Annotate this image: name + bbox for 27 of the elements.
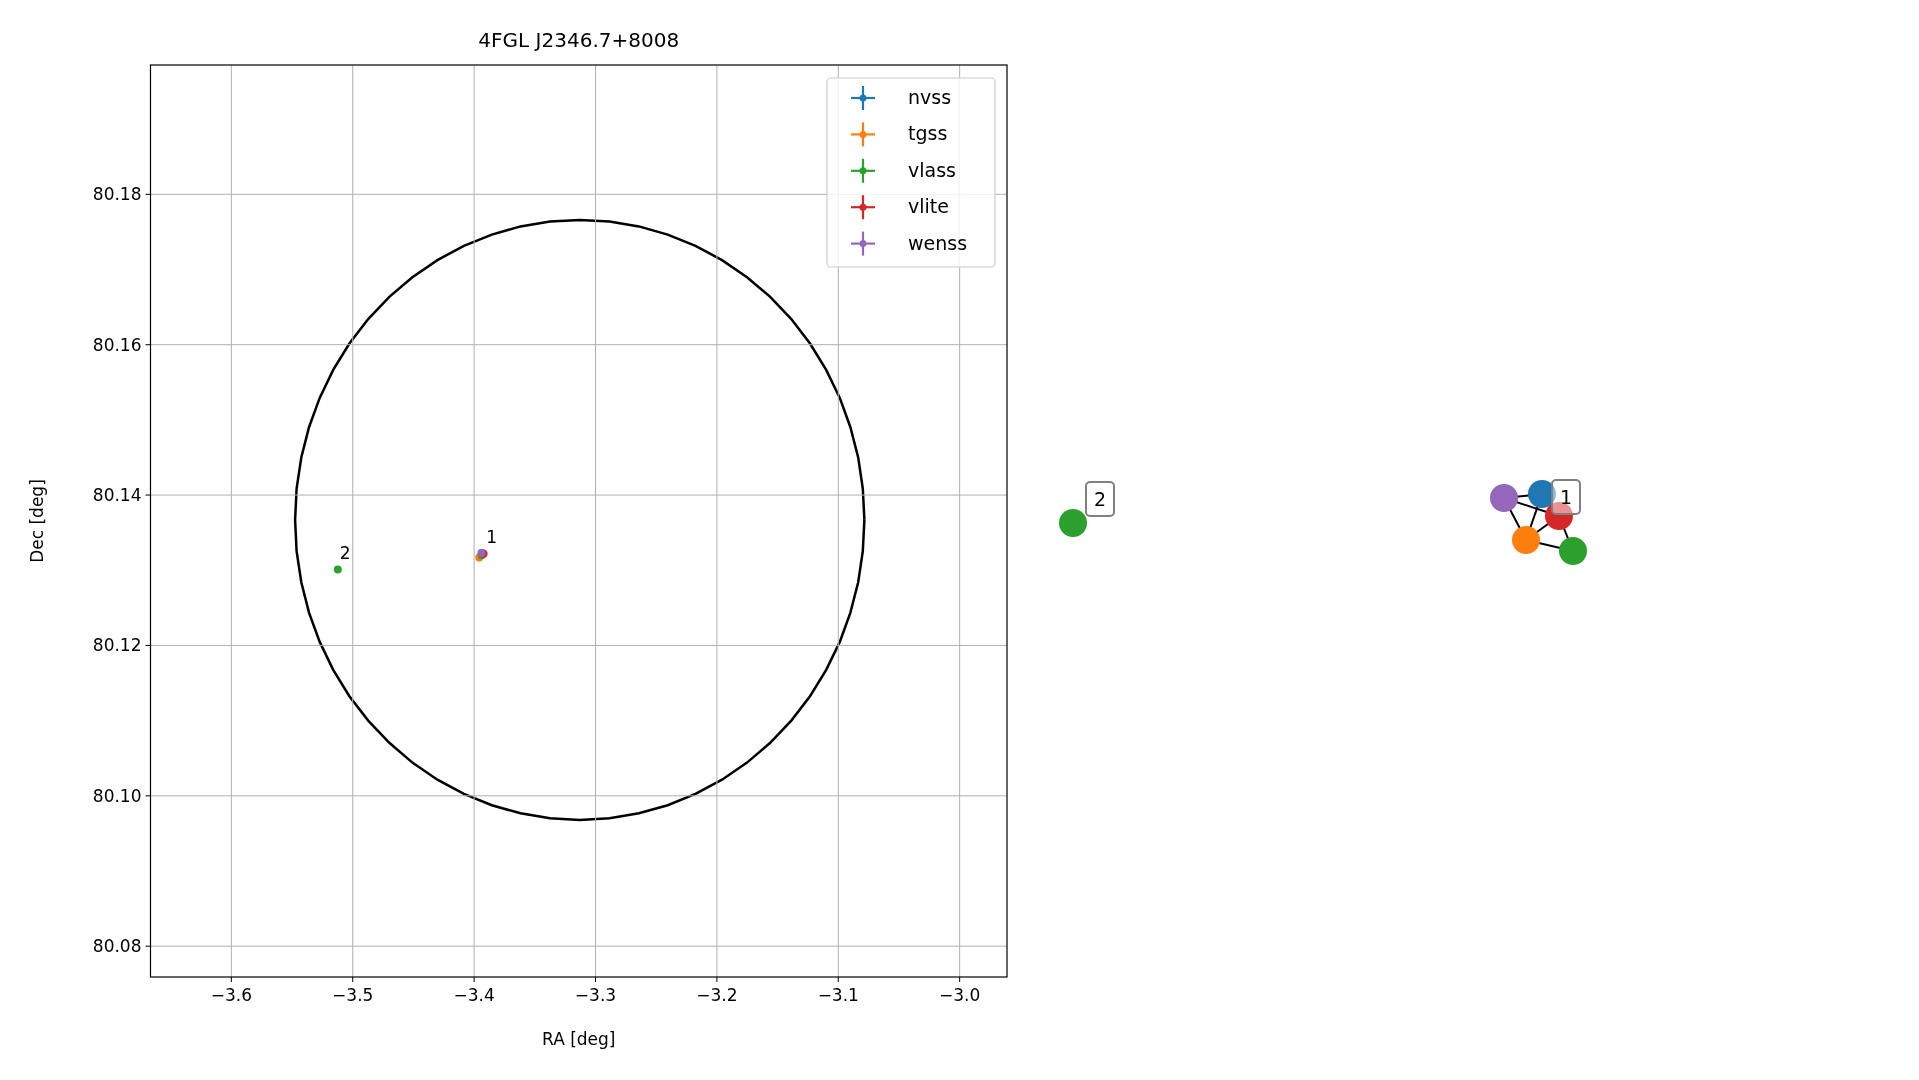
x-tick-label: −3.2 [696, 985, 738, 1005]
y-axis-label: Dec [deg] [27, 479, 47, 563]
x-tick-label: −3.4 [453, 985, 495, 1005]
legend-label: vlite [908, 195, 949, 218]
y-tick-label: 80.10 [92, 785, 142, 806]
node-label: 2 [1093, 488, 1107, 510]
point-label: 2 [339, 543, 351, 564]
x-tick-label: −3.1 [817, 985, 859, 1005]
point-label: 1 [486, 526, 498, 547]
label-box [1085, 481, 1115, 517]
x-axis-label: RA [deg] [542, 1029, 616, 1049]
y-tick-label: 80.18 [92, 184, 142, 205]
y-tick-label: 80.12 [92, 635, 142, 656]
x-tick-label: −3.5 [332, 985, 374, 1005]
node-label: 1 [1559, 486, 1573, 508]
y-tick-label: 80.14 [92, 485, 142, 506]
label-box [1551, 479, 1581, 515]
x-tick-label: −3.6 [210, 985, 252, 1005]
chart-title: 4FGL J2346.7+8008 [478, 28, 680, 52]
legend-label: wenss [908, 231, 968, 254]
legend-label: tgss [908, 122, 948, 145]
y-tick-label: 80.16 [92, 334, 142, 355]
x-tick-label: −3.3 [574, 985, 617, 1005]
x-tick-label: −3.0 [939, 985, 981, 1005]
y-tick-label: 80.08 [92, 936, 142, 957]
legend-label: nvss [908, 86, 952, 108]
legend-label: vlass [908, 158, 956, 181]
